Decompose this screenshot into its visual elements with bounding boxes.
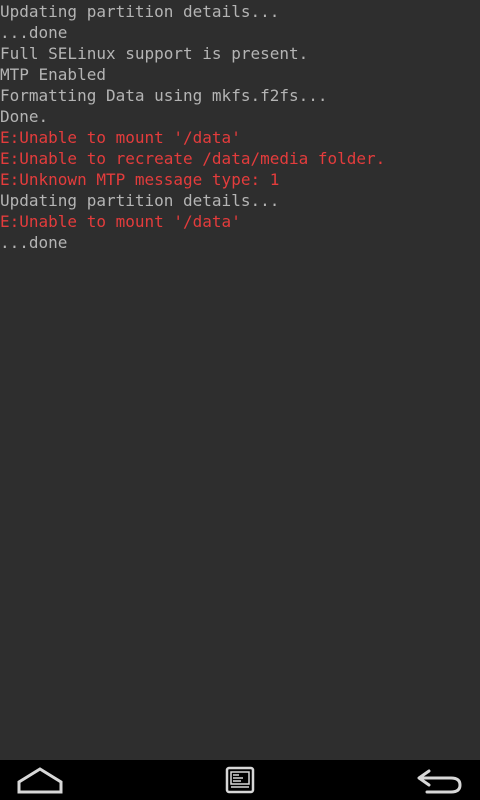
navigation-bar (0, 760, 480, 800)
console-line: Updating partition details... (0, 191, 280, 210)
console-line: ...done (0, 233, 68, 252)
console-error-line: E:Unknown MTP message type: 1 (0, 170, 280, 189)
console-line: ...done (0, 23, 68, 42)
console-icon (225, 766, 255, 794)
console-error-line: E:Unable to mount '/data' (0, 212, 241, 231)
console-error-line: E:Unable to recreate /data/media folder. (0, 149, 386, 168)
console-line: Done. (0, 107, 49, 126)
home-icon (17, 767, 63, 794)
back-button[interactable] (400, 760, 480, 800)
console-error-line: E:Unable to mount '/data' (0, 128, 241, 147)
console-line: Formatting Data using mkfs.f2fs... (0, 86, 328, 105)
home-button[interactable] (0, 760, 80, 800)
console-output: Updating partition details... ...done Fu… (0, 0, 480, 760)
console-lines: Updating partition details... ...done Fu… (0, 0, 480, 253)
console-line: Full SELinux support is present. (0, 44, 309, 63)
console-line: Updating partition details... (0, 2, 280, 21)
console-line: MTP Enabled (0, 65, 106, 84)
console-button[interactable] (200, 760, 280, 800)
back-icon (417, 769, 462, 794)
